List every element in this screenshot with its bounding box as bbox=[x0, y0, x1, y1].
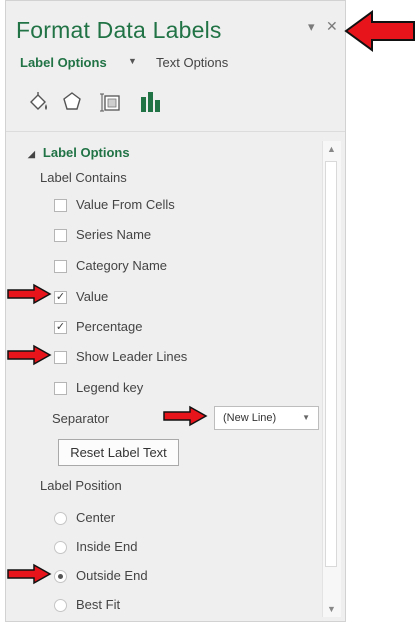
pane-title: Format Data Labels bbox=[16, 17, 222, 43]
radio-label: Inside End bbox=[76, 539, 138, 554]
label-options-icon[interactable] bbox=[138, 89, 164, 115]
checkbox-box[interactable] bbox=[54, 382, 67, 395]
pane-options-dropdown[interactable]: ▾ bbox=[308, 19, 315, 35]
size-properties-icon[interactable] bbox=[98, 89, 124, 115]
format-data-labels-pane: Format Data Labels ▾ ✕ Label Options ▼ T… bbox=[5, 0, 346, 622]
section-title: Label Options bbox=[42, 145, 130, 160]
radio-label: Center bbox=[76, 510, 116, 525]
checkbox-label: Legend key bbox=[76, 380, 144, 395]
tab-text-options[interactable]: Text Options bbox=[156, 55, 228, 70]
label-options-section-header[interactable]: ◢ Label Options bbox=[28, 145, 130, 160]
annotation-arrow-value bbox=[7, 283, 52, 305]
radio-circle[interactable] bbox=[54, 599, 67, 612]
radio-circle[interactable] bbox=[54, 570, 67, 583]
checkbox-box[interactable] bbox=[54, 229, 67, 242]
annotation-arrow-close bbox=[344, 10, 415, 52]
chevron-down-icon: ▼ bbox=[302, 413, 310, 422]
checkbox-box[interactable]: ✓ bbox=[54, 321, 67, 334]
effects-icon[interactable] bbox=[59, 89, 85, 115]
collapse-triangle-icon: ◢ bbox=[28, 149, 35, 159]
tab-label-options-caret[interactable]: ▼ bbox=[128, 56, 137, 66]
separator-value: (New Line) bbox=[223, 412, 277, 424]
radio-label: Best Fit bbox=[76, 597, 121, 612]
checkbox-box[interactable] bbox=[54, 199, 67, 212]
close-icon[interactable]: ✕ bbox=[326, 18, 338, 35]
label-contains-heading: Label Contains bbox=[40, 170, 127, 185]
checkbox-box[interactable] bbox=[54, 351, 67, 364]
radio-circle[interactable] bbox=[54, 541, 67, 554]
radio-label: Outside End bbox=[76, 568, 148, 583]
checkbox-label: Series Name bbox=[76, 227, 152, 242]
radio-circle[interactable] bbox=[54, 512, 67, 525]
tab-label-options[interactable]: Label Options bbox=[20, 55, 107, 70]
reset-label-text-button[interactable]: Reset Label Text bbox=[58, 439, 179, 466]
separator-label: Separator bbox=[52, 411, 110, 426]
scroll-thumb[interactable] bbox=[325, 161, 337, 567]
checkbox-label: Show Leader Lines bbox=[76, 349, 188, 364]
annotation-arrow-outside-end bbox=[7, 563, 52, 585]
scroll-up-arrow[interactable]: ▲ bbox=[327, 144, 336, 154]
annotation-arrow-leader-lines bbox=[7, 344, 52, 366]
scroll-down-arrow[interactable]: ▼ bbox=[327, 604, 336, 614]
checkbox-box[interactable] bbox=[54, 260, 67, 273]
checkbox-label: Percentage bbox=[76, 319, 143, 334]
annotation-arrow-separator bbox=[163, 405, 208, 427]
fill-line-icon[interactable] bbox=[26, 89, 52, 115]
label-position-heading: Label Position bbox=[40, 478, 122, 493]
header-divider bbox=[6, 131, 345, 132]
checkbox-label: Category Name bbox=[76, 258, 168, 273]
vertical-scrollbar[interactable]: ▲ ▼ bbox=[322, 141, 341, 617]
checkbox-label: Value From Cells bbox=[76, 197, 175, 212]
checkbox-box[interactable]: ✓ bbox=[54, 291, 67, 304]
separator-select[interactable]: (New Line) ▼ bbox=[214, 406, 319, 430]
checkbox-label: Value bbox=[76, 289, 109, 304]
